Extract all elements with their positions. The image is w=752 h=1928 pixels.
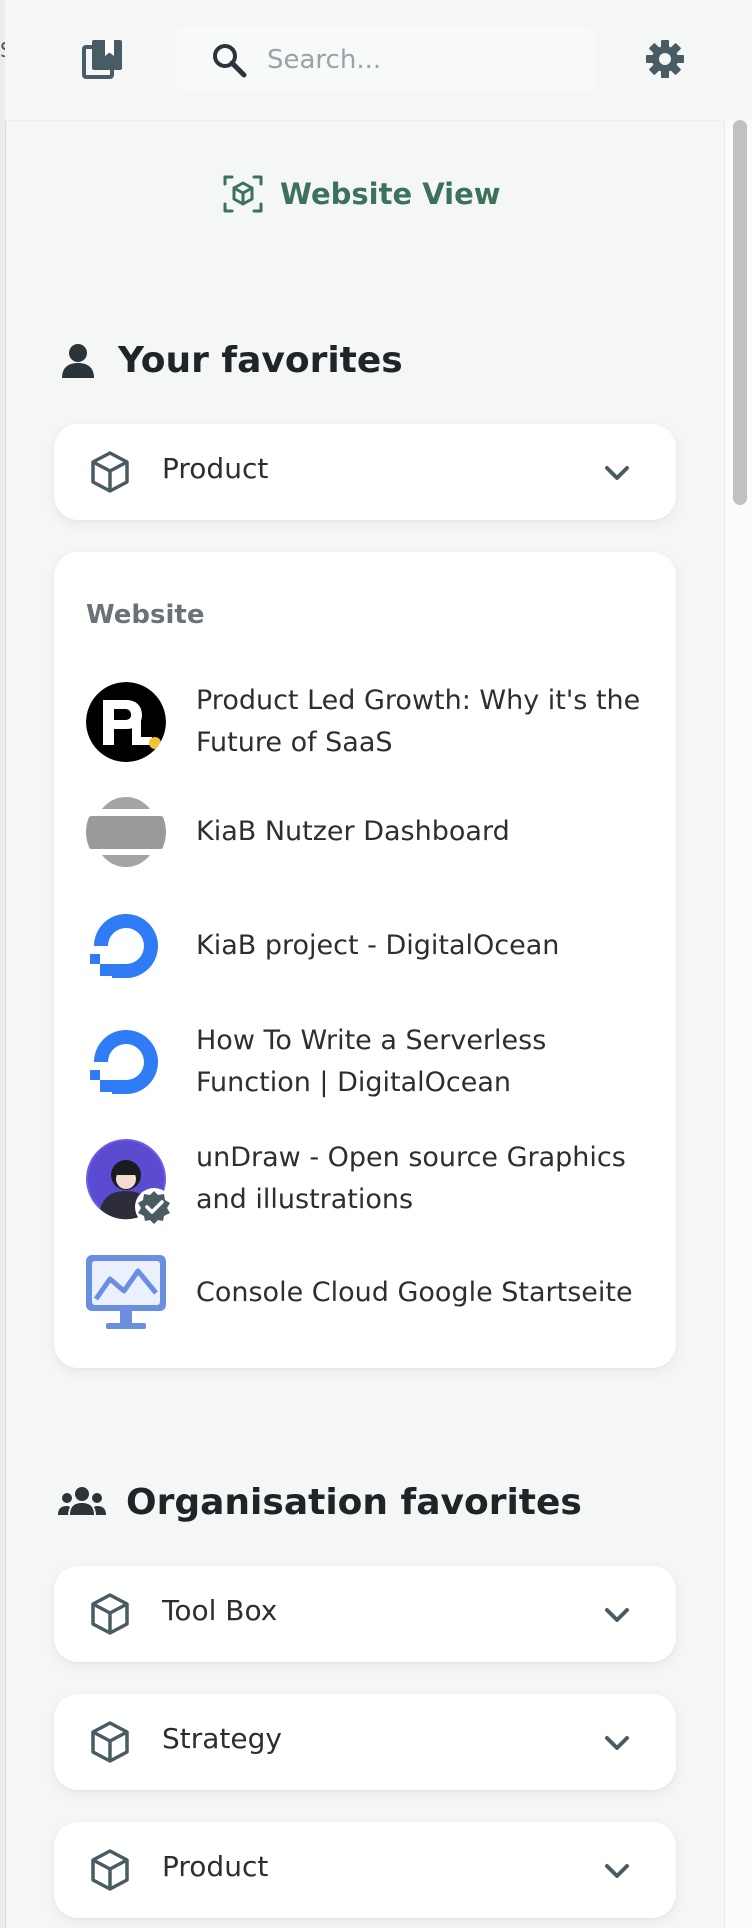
list-item[interactable]: How To Write a Serverless Function | Dig…	[86, 1020, 646, 1104]
bookmarks-icon	[82, 40, 122, 79]
chevron-down-icon	[605, 1736, 629, 1750]
organisation-favorites-title: Organisation favorites	[126, 1482, 582, 1523]
list-item[interactable]: KiaB Nutzer Dashboard	[86, 792, 646, 872]
cube-icon	[91, 451, 129, 493]
group-label: Product	[162, 452, 269, 485]
website-view-link[interactable]: Website View	[222, 172, 501, 216]
group-label: Tool Box	[162, 1594, 278, 1627]
search-input[interactable]	[265, 38, 569, 82]
chevron-down-icon	[605, 466, 629, 480]
list-item[interactable]: Console Cloud Google Startseite	[86, 1253, 646, 1333]
your-favorites-title: Your favorites	[118, 340, 403, 381]
group-label: Strategy	[162, 1722, 282, 1755]
chevron-down-icon	[605, 1608, 629, 1622]
organisation-favorites-header: Organisation favorites	[58, 1482, 582, 1523]
list-item-title: Product Led Growth: Why it's the Future …	[196, 685, 641, 758]
monitor-chart-logo-icon	[86, 1253, 166, 1333]
digitalocean-logo-icon	[86, 906, 166, 986]
bookmarks-button[interactable]	[80, 36, 126, 82]
search-box	[175, 26, 595, 92]
website-favorites-list: Website Product Led Growth: Why it's the…	[54, 552, 676, 1368]
your-favorites-header: Your favorites	[58, 340, 403, 381]
kiab-logo-icon	[86, 792, 166, 872]
undraw-avatar-icon	[86, 1139, 173, 1226]
top-bar	[5, 0, 725, 121]
scrollbar-thumb[interactable]	[733, 120, 747, 505]
list-item-title: KiaB Nutzer Dashboard	[196, 816, 510, 847]
list-item[interactable]: Product Led Growth: Why it's the Future …	[86, 680, 646, 764]
scan-cube-icon	[223, 175, 263, 213]
settings-button[interactable]	[640, 34, 690, 84]
chevron-down-icon	[605, 1864, 629, 1878]
user-icon	[62, 343, 94, 378]
users-icon	[58, 1486, 106, 1515]
left-window-edge: S	[0, 0, 6, 1928]
list-item-title: KiaB project - DigitalOcean	[196, 930, 560, 961]
list-item-title: unDraw - Open source Graphics and illust…	[196, 1142, 626, 1215]
favorites-group-product[interactable]: Product	[54, 424, 676, 520]
gear-icon	[646, 40, 684, 78]
scrollbar-track[interactable]	[724, 120, 752, 1928]
search-icon	[213, 44, 247, 78]
cube-icon	[91, 1593, 129, 1635]
product-led-logo-icon	[86, 682, 166, 762]
list-item-title: Console Cloud Google Startseite	[196, 1277, 633, 1308]
list-item-title: How To Write a Serverless Function | Dig…	[196, 1025, 547, 1098]
website-view-label: Website View	[280, 177, 501, 211]
group-label: Product	[162, 1850, 269, 1883]
org-group-tool-box[interactable]: Tool Box	[54, 1566, 676, 1662]
list-item[interactable]: KiaB project - DigitalOcean	[86, 906, 646, 986]
cube-icon	[91, 1721, 129, 1763]
org-group-product[interactable]: Product	[54, 1822, 676, 1918]
list-item[interactable]: unDraw - Open source Graphics and illust…	[86, 1137, 646, 1226]
cube-icon	[91, 1849, 129, 1891]
org-group-strategy[interactable]: Strategy	[54, 1694, 676, 1790]
digitalocean-logo-icon	[86, 1022, 166, 1102]
list-heading: Website	[86, 600, 205, 630]
